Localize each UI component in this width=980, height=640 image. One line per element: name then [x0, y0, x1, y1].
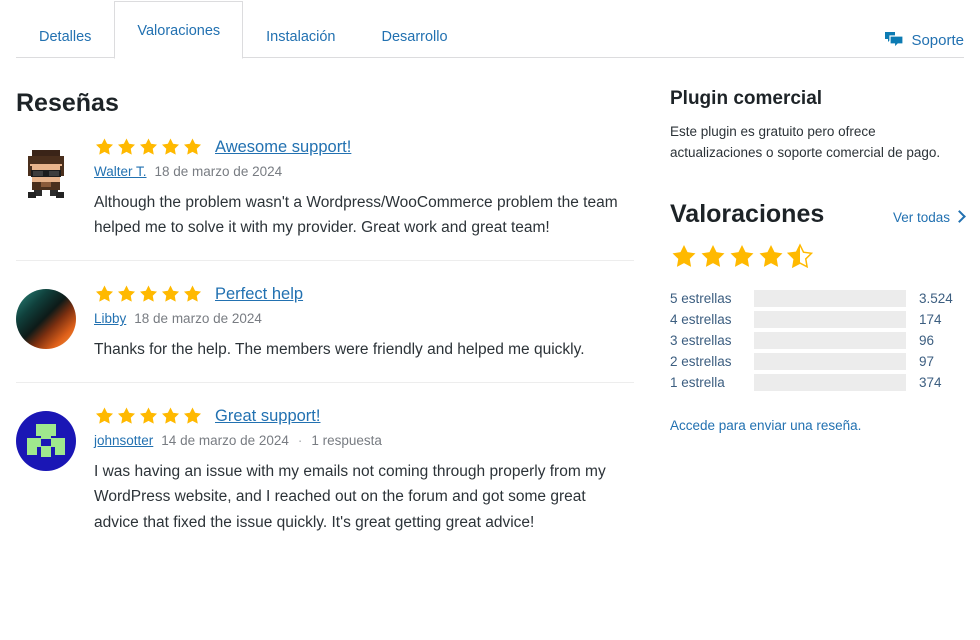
ratings-header: Valoraciones Ver todas	[670, 199, 966, 229]
tab-valoraciones[interactable]: Valoraciones	[114, 1, 244, 59]
rating-bar-track-3[interactable]	[754, 332, 906, 350]
review-date: 18 de marzo de 2024	[154, 164, 283, 179]
review-content: Awesome support! Walter T. 18 de marzo d…	[76, 136, 634, 240]
rating-label-4[interactable]: 4 estrellas	[670, 312, 754, 327]
rating-bar-track-1[interactable]	[754, 374, 906, 392]
rating-count-4[interactable]: 174	[906, 312, 942, 327]
avatar	[16, 405, 76, 534]
avatar-pixel-person-icon	[16, 142, 76, 202]
review-text: Although the problem wasn't a Wordpress/…	[94, 194, 618, 237]
rating-label-3[interactable]: 3 estrellas	[670, 333, 754, 348]
tab-instalacion[interactable]: Instalación	[243, 14, 358, 58]
review-meta: Walter T. 18 de marzo de 2024	[94, 164, 634, 179]
support-label: Soporte	[911, 31, 964, 49]
review-meta: Libby 18 de marzo de 2024	[94, 311, 634, 326]
rating-row-3: 3 estrellas 96	[670, 332, 964, 350]
rating-label-1[interactable]: 1 estrella	[670, 375, 754, 390]
support-link[interactable]: Soporte	[884, 31, 964, 49]
rating-count-2[interactable]: 97	[906, 354, 934, 369]
see-all-label: Ver todas	[892, 209, 950, 225]
avatar	[16, 283, 76, 362]
review-title-link[interactable]: Perfect help	[215, 285, 303, 304]
review-meta: johnsotter 14 de marzo de 2024 · 1 respu…	[94, 433, 634, 448]
chevron-right-icon	[953, 209, 966, 223]
average-rating-stars	[670, 243, 964, 270]
rating-stars	[94, 284, 203, 304]
tab-bar: Detalles Valoraciones Instalación Desarr…	[0, 0, 980, 59]
review-content: Great support! johnsotter 14 de marzo de…	[76, 405, 634, 534]
tab-list: Detalles Valoraciones Instalación Desarr…	[16, 0, 471, 59]
rating-breakdown-chart: 5 estrellas 3.524 4 estrellas 174 3 estr…	[670, 290, 964, 392]
tab-detalles[interactable]: Detalles	[16, 14, 114, 58]
review-item: Perfect help Libby 18 de marzo de 2024 T…	[16, 283, 634, 384]
review-item: Great support! johnsotter 14 de marzo de…	[16, 405, 634, 554]
review-author-link[interactable]: Libby	[94, 311, 126, 326]
rating-bar-track-4[interactable]	[754, 311, 906, 329]
review-title-link[interactable]: Great support!	[215, 407, 320, 426]
review-author-link[interactable]: johnsotter	[94, 433, 153, 448]
review-text: I was having an issue with my emails not…	[94, 463, 606, 531]
review-title-link[interactable]: Awesome support!	[215, 138, 351, 157]
review-date: 14 de marzo de 2024	[161, 433, 289, 449]
rating-row-5: 5 estrellas 3.524	[670, 290, 964, 308]
rating-row-1: 1 estrella 374	[670, 374, 964, 392]
rating-label-5[interactable]: 5 estrellas	[670, 291, 754, 306]
rating-row-4: 4 estrellas 174	[670, 311, 964, 329]
avatar-identicon-icon	[16, 411, 76, 472]
review-date: 18 de marzo de 2024	[134, 311, 262, 327]
rating-label-2[interactable]: 2 estrellas	[670, 354, 754, 369]
rating-count-1[interactable]: 374	[906, 375, 942, 390]
review-item: Awesome support! Walter T. 18 de marzo d…	[16, 136, 634, 262]
review-header: Awesome support!	[94, 136, 634, 158]
rating-count-5[interactable]: 3.524	[906, 291, 953, 306]
rating-bar-track-2[interactable]	[754, 353, 906, 371]
commercial-plugin-title: Plugin comercial	[670, 88, 823, 109]
review-content: Perfect help Libby 18 de marzo de 2024 T…	[76, 283, 634, 362]
review-header: Perfect help	[94, 283, 634, 305]
meta-separator: ·	[297, 433, 303, 449]
half-star-icon	[786, 243, 814, 269]
page-title: Reseñas	[16, 89, 119, 117]
commercial-plugin-description: Este plugin es gratuito pero ofrece actu…	[670, 124, 941, 160]
rating-stars	[94, 406, 203, 426]
avatar-gradient-orb-icon	[16, 289, 76, 350]
rating-bar-track-5[interactable]	[754, 290, 906, 308]
review-header: Great support!	[94, 405, 634, 427]
chat-bubbles-icon	[884, 31, 905, 49]
page-body: Reseñas Awesome support! Walter T. 18 de…	[0, 58, 980, 577]
see-all-ratings-link[interactable]: Ver todas	[892, 209, 966, 225]
sidebar: Plugin comercial Este plugin es gratuito…	[644, 58, 966, 577]
review-text: Thanks for the help. The members were fr…	[94, 341, 585, 359]
review-author-link[interactable]: Walter T.	[94, 164, 147, 179]
review-replies: 1 respuesta	[311, 433, 382, 449]
tab-desarrollo[interactable]: Desarrollo	[358, 14, 470, 58]
login-to-review-link[interactable]: Accede para enviar una reseña.	[670, 418, 964, 433]
rating-row-2: 2 estrellas 97	[670, 353, 964, 371]
ratings-title: Valoraciones	[670, 199, 825, 228]
reviews-column: Reseñas Awesome support! Walter T. 18 de…	[16, 58, 644, 577]
avatar	[16, 136, 76, 240]
rating-stars	[94, 137, 203, 157]
rating-count-3[interactable]: 96	[906, 333, 934, 348]
